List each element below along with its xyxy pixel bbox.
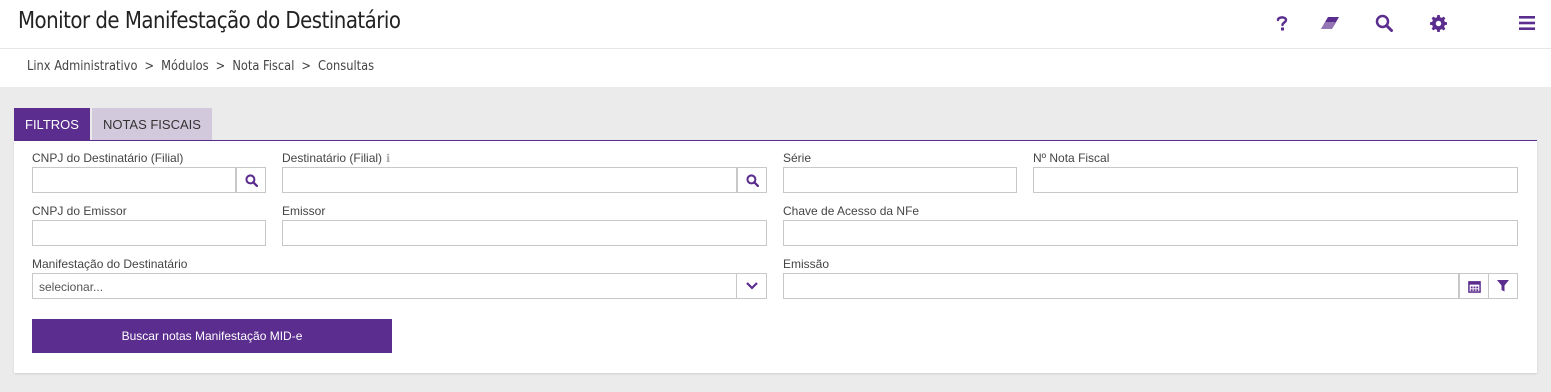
page-title: Monitor de Manifestação do Destinatário — [18, 8, 401, 34]
calendar-icon — [1467, 280, 1481, 293]
serie-field — [783, 167, 1017, 193]
emissao-input[interactable] — [784, 274, 1458, 298]
cnpj-destinatario-input[interactable] — [33, 168, 235, 192]
manifestacao-select[interactable]: selecionar... — [32, 273, 767, 299]
cnpj-destinatario-field — [32, 167, 266, 193]
gear-icon[interactable] — [1425, 11, 1451, 35]
emissor-field — [282, 220, 767, 246]
eraser-icon[interactable] — [1317, 11, 1343, 35]
serie-label: Série — [783, 151, 812, 165]
breadcrumb: Linx Administrativo > Módulos > Nota Fiscal >… — [27, 59, 374, 74]
filters-panel: CNPJ do Destinatário (Filial) Destinatár… — [14, 140, 1537, 373]
destinatario-input[interactable] — [283, 168, 736, 192]
breadcrumb-separator: > — [144, 59, 155, 74]
breadcrumb-item-nota-fiscal[interactable]: Nota Fiscal — [232, 59, 294, 74]
breadcrumb-item-modulos[interactable]: Módulos — [161, 59, 209, 74]
destinatario-field — [282, 167, 767, 193]
info-icon[interactable]: ℹ — [386, 152, 390, 165]
help-icon[interactable] — [1269, 11, 1295, 35]
cnpj-emissor-field — [32, 220, 266, 246]
manifestacao-label: Manifestação do Destinatário — [32, 257, 188, 271]
tab-bar: FILTROS NOTAS FISCAIS — [14, 108, 214, 140]
filter-button[interactable] — [1488, 273, 1518, 299]
destinatario-search-button[interactable] — [737, 167, 767, 193]
breadcrumb-separator: > — [215, 59, 226, 74]
emissor-input[interactable] — [283, 221, 766, 245]
breadcrumb-separator: > — [301, 59, 312, 74]
breadcrumb-item-linx-administrativo[interactable]: Linx Administrativo — [27, 59, 137, 74]
calendar-button[interactable] — [1459, 273, 1489, 299]
chave-acesso-field — [783, 220, 1518, 246]
filter-icon — [1497, 280, 1509, 292]
chevron-down-icon[interactable] — [736, 273, 766, 299]
search-icon — [244, 173, 258, 187]
serie-input[interactable] — [784, 168, 1016, 192]
menu-icon[interactable] — [1514, 11, 1540, 35]
breadcrumb-bar: Linx Administrativo > Módulos > Nota Fiscal >… — [0, 49, 1551, 87]
search-notes-button[interactable]: Buscar notas Manifestação MID-e — [32, 319, 392, 353]
nota-fiscal-field — [1033, 167, 1518, 193]
cnpj-emissor-label: CNPJ do Emissor — [32, 204, 127, 218]
nota-fiscal-label: Nº Nota Fiscal — [1033, 151, 1110, 165]
breadcrumb-item-consultas[interactable]: Consultas — [318, 59, 374, 74]
destinatario-label-text: Destinatário (Filial) — [282, 151, 383, 165]
chave-acesso-input[interactable] — [784, 221, 1517, 245]
search-icon[interactable] — [1371, 11, 1397, 35]
tab-notas-fiscais[interactable]: NOTAS FISCAIS — [91, 108, 212, 140]
cnpj-destinatario-search-button[interactable] — [236, 167, 266, 193]
tab-filtros[interactable]: FILTROS — [14, 108, 90, 140]
manifestacao-select-value: selecionar... — [39, 280, 104, 294]
emissao-label: Emissão — [783, 257, 830, 271]
emissao-field — [783, 273, 1518, 299]
search-icon — [745, 173, 759, 187]
top-bar: Monitor de Manifestação do Destinatário — [0, 0, 1551, 49]
cnpj-destinatario-label: CNPJ do Destinatário (Filial) — [32, 151, 184, 165]
nota-fiscal-input[interactable] — [1034, 168, 1517, 192]
cnpj-emissor-input[interactable] — [33, 221, 265, 245]
chave-acesso-label: Chave de Acesso da NFe — [783, 204, 920, 218]
emissor-label: Emissor — [282, 204, 326, 218]
destinatario-label: Destinatário (Filial) ℹ — [282, 151, 390, 165]
